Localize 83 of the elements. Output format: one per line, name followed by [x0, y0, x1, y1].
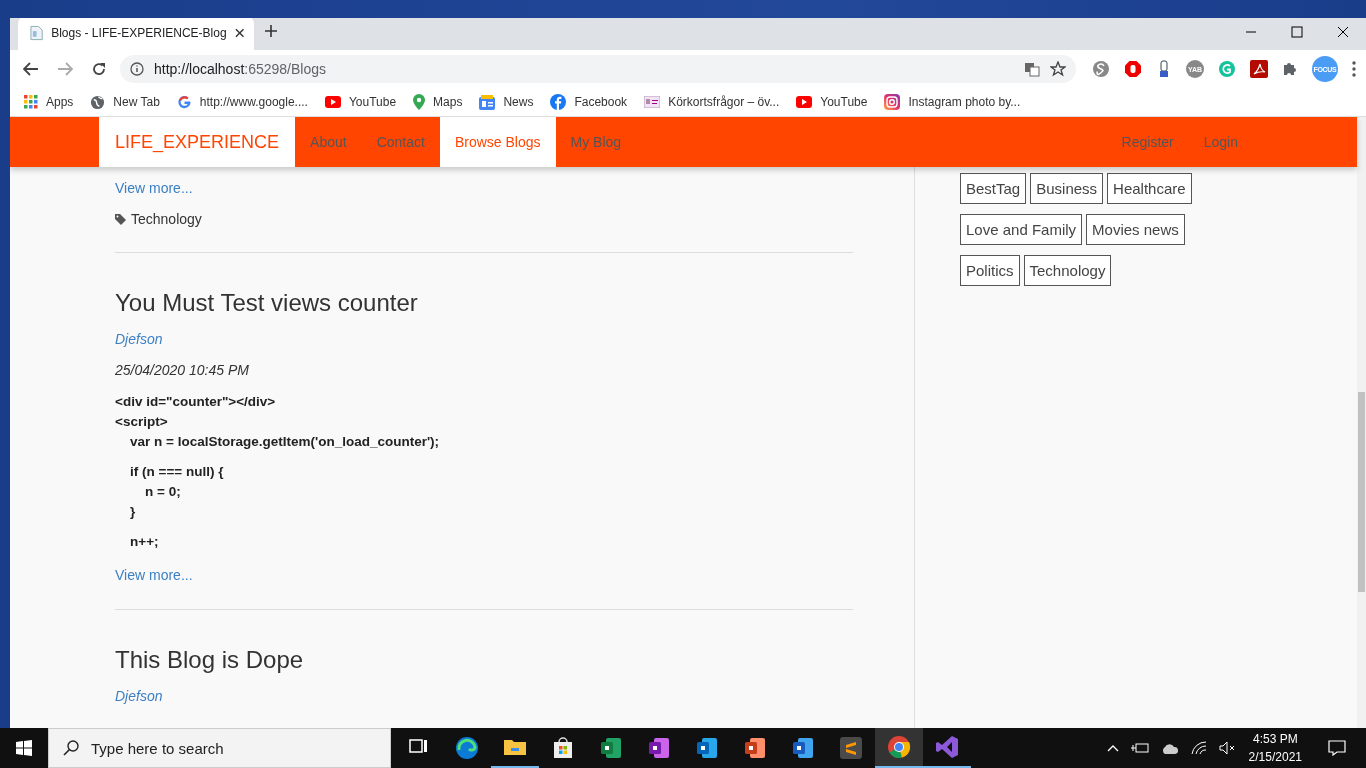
translate-icon[interactable] — [1024, 61, 1040, 77]
bookmark-link[interactable]: Instagram photo by... — [908, 95, 1021, 109]
search-field[interactable]: Type here to search — [48, 728, 391, 768]
author-link[interactable]: Djefson — [115, 331, 163, 347]
code-line: var n = localStorage.getItem('on_load_counter'); — [129, 434, 440, 449]
task-view-icon[interactable] — [409, 739, 427, 753]
search-icon — [63, 740, 79, 756]
s-logo-icon[interactable] — [1092, 60, 1110, 78]
chevron-up-icon[interactable] — [1106, 744, 1119, 752]
tag-icon — [115, 213, 126, 225]
infinity-ribbon-icon[interactable] — [936, 736, 958, 758]
view-more-link[interactable]: View more... — [115, 567, 193, 583]
spreadsheet-app-icon[interactable] — [601, 738, 621, 758]
notification-icon[interactable] — [1328, 740, 1346, 756]
play-icon — [324, 96, 341, 108]
play-icon — [796, 96, 813, 108]
pdf-icon[interactable] — [1250, 60, 1268, 78]
code-line: } — [129, 504, 136, 519]
stop-hand-icon[interactable] — [1124, 60, 1142, 78]
document-app-icon[interactable] — [793, 738, 813, 758]
wifi-icon[interactable] — [1190, 741, 1207, 755]
tag-chip[interactable]: Movies news — [1086, 214, 1185, 245]
bookmark-link[interactable]: YouTube — [820, 95, 868, 109]
post-date: 25/04/2020 10:45 PM — [115, 362, 249, 378]
tag-chip[interactable]: Business — [1030, 173, 1104, 204]
shopping-bag-icon[interactable] — [554, 737, 572, 758]
bookmark-link[interactable]: News — [503, 95, 534, 109]
scrollbar[interactable] — [1357, 117, 1366, 728]
clock-date[interactable]: 2/15/2021 — [1248, 748, 1302, 766]
mail-app-icon[interactable] — [697, 738, 717, 758]
notebook-app-icon[interactable] — [649, 738, 669, 758]
folder-icon[interactable] — [504, 740, 526, 755]
google-g-icon — [176, 94, 192, 110]
bookmark-link[interactable]: Maps — [433, 95, 463, 109]
tag-chip[interactable]: Love and Family — [960, 214, 1083, 245]
id-card-icon — [644, 96, 661, 108]
tag-chip[interactable]: Politics — [960, 255, 1020, 286]
globe-icon — [90, 94, 106, 110]
map-pin-icon — [413, 94, 426, 110]
s-tile-icon[interactable] — [840, 737, 862, 759]
cloud-icon[interactable] — [1160, 742, 1179, 754]
nav-link[interactable]: Browse Blogs — [439, 117, 556, 167]
browser-tab[interactable]: Blogs - LIFE-EXPERIENCE-Blog — [18, 18, 254, 50]
slides-app-icon[interactable] — [745, 738, 765, 758]
more-menu-icon[interactable] — [1352, 61, 1356, 77]
newspaper-icon — [479, 94, 496, 110]
address-bar[interactable]: http://localhost:65298/Blogs — [120, 55, 1076, 83]
code-line: if (n === null) { — [129, 464, 224, 479]
camera-icon — [884, 94, 901, 110]
tag-chip[interactable]: Healthcare — [1107, 173, 1192, 204]
code-line: n++; — [129, 534, 159, 549]
f-logo-icon — [550, 94, 567, 110]
back-arrow-icon[interactable] — [23, 62, 39, 76]
apps-grid-icon — [24, 95, 38, 109]
bookmark-link[interactable]: YouTube — [348, 95, 397, 109]
info-icon — [130, 62, 144, 76]
bookmark-link[interactable]: Facebook — [574, 95, 628, 109]
code-line: <script> — [115, 414, 168, 429]
puzzle-piece-icon[interactable] — [1282, 61, 1298, 77]
bookmark-link[interactable]: Körkortsfrågor – öv... — [668, 95, 780, 109]
tag-chip[interactable]: BestTag — [960, 173, 1027, 204]
reload-icon[interactable] — [91, 61, 107, 77]
close-icon[interactable] — [234, 28, 244, 38]
wave-swirl-icon[interactable] — [456, 737, 478, 759]
speaker-muted-icon[interactable] — [1218, 741, 1237, 755]
post-tag[interactable]: Technology — [131, 211, 202, 227]
post-title[interactable]: You Must Test views counter — [115, 289, 853, 317]
bookmark-link[interactable]: New Tab — [113, 95, 160, 109]
plus-icon[interactable] — [264, 24, 278, 38]
code-line: <div id="counter"></div> — [115, 394, 276, 409]
bookmark-link[interactable]: Apps — [46, 95, 74, 109]
windows-logo-icon[interactable] — [16, 740, 32, 756]
author-link[interactable]: Djefson — [115, 688, 163, 704]
document-icon — [30, 25, 44, 41]
view-more-link[interactable]: View more... — [115, 180, 193, 196]
post-title[interactable]: This Blog is Dope — [115, 646, 853, 674]
star-icon[interactable] — [1050, 61, 1066, 77]
code-line: n = 0; — [144, 484, 181, 499]
clock-time[interactable]: 4:53 PM — [1248, 730, 1302, 748]
bookmark-link[interactable]: http://www.google.... — [199, 95, 308, 109]
battery-plug-icon[interactable] — [1130, 742, 1149, 754]
chrome-wheel-icon[interactable] — [888, 736, 911, 758]
tag-chip[interactable]: Technology — [1023, 255, 1112, 286]
